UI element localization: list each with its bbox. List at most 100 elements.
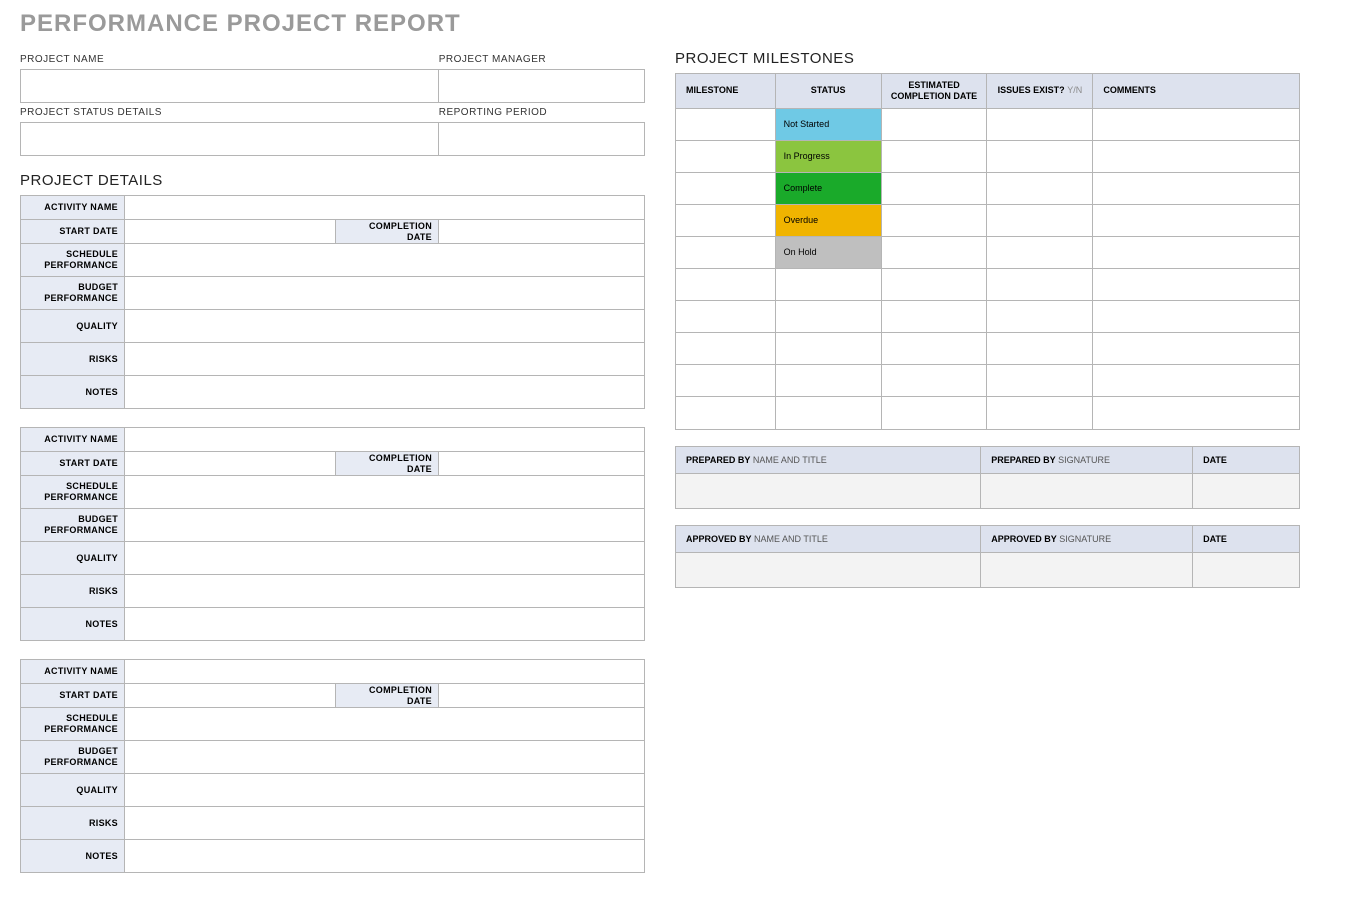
- comments-cell[interactable]: [1093, 301, 1299, 333]
- est-date-cell[interactable]: [882, 301, 988, 333]
- est-date-cell[interactable]: [882, 237, 988, 269]
- milestone-cell[interactable]: [676, 333, 776, 365]
- quality-input[interactable]: [125, 542, 644, 574]
- status-cell[interactable]: [776, 365, 882, 397]
- status-cell[interactable]: Overdue: [776, 205, 882, 237]
- est-date-cell[interactable]: [882, 365, 988, 397]
- activity-name-input[interactable]: [125, 196, 644, 219]
- notes-input[interactable]: [125, 376, 644, 408]
- risks-label: RISKS: [21, 807, 125, 839]
- notes-label: NOTES: [21, 376, 125, 408]
- milestone-cell[interactable]: [676, 141, 776, 173]
- prepared-by-name-input[interactable]: [676, 474, 981, 508]
- status-cell[interactable]: On Hold: [776, 237, 882, 269]
- issues-cell[interactable]: [987, 397, 1093, 429]
- activity-block: ACTIVITY NAMESTART DATECOMPLETION DATESC…: [20, 427, 645, 641]
- milestones-table: MILESTONE STATUS ESTIMATED COMPLETION DA…: [675, 73, 1300, 430]
- milestone-cell[interactable]: [676, 109, 776, 141]
- status-cell[interactable]: [776, 333, 882, 365]
- milestone-cell[interactable]: [676, 397, 776, 429]
- est-date-cell[interactable]: [882, 205, 988, 237]
- milestone-cell[interactable]: [676, 269, 776, 301]
- comments-cell[interactable]: [1093, 237, 1299, 269]
- comments-cell[interactable]: [1093, 109, 1299, 141]
- issues-cell[interactable]: [987, 141, 1093, 173]
- quality-label: QUALITY: [21, 774, 125, 806]
- est-date-cell[interactable]: [882, 397, 988, 429]
- est-date-cell[interactable]: [882, 109, 988, 141]
- project-manager-input[interactable]: [439, 69, 645, 103]
- prepared-by-date-input[interactable]: [1193, 474, 1299, 508]
- status-cell[interactable]: In Progress: [776, 141, 882, 173]
- milestones-header: PROJECT MILESTONES: [675, 50, 1300, 67]
- issues-cell[interactable]: [987, 333, 1093, 365]
- quality-input[interactable]: [125, 774, 644, 806]
- approved-by-sig-input[interactable]: [981, 553, 1193, 587]
- milestone-row: In Progress: [676, 141, 1299, 173]
- issues-cell[interactable]: [987, 205, 1093, 237]
- comments-cell[interactable]: [1093, 365, 1299, 397]
- status-cell[interactable]: [776, 301, 882, 333]
- prepared-by-sig-input[interactable]: [981, 474, 1193, 508]
- est-date-cell[interactable]: [882, 141, 988, 173]
- approved-by-date-header: DATE: [1193, 526, 1299, 552]
- th-issues: ISSUES EXIST? Y/N: [987, 74, 1093, 109]
- budget-perf-input[interactable]: [125, 277, 644, 309]
- schedule-perf-input[interactable]: [125, 244, 644, 276]
- project-info-grid: PROJECT NAME PROJECT MANAGER PROJECT STA…: [20, 50, 645, 156]
- issues-cell[interactable]: [987, 365, 1093, 397]
- risks-input[interactable]: [125, 343, 644, 375]
- status-cell[interactable]: Not Started: [776, 109, 882, 141]
- milestone-cell[interactable]: [676, 173, 776, 205]
- start-date-input[interactable]: [125, 684, 335, 707]
- budget-perf-input[interactable]: [125, 509, 644, 541]
- reporting-period-input[interactable]: [439, 122, 645, 156]
- budget-perf-input[interactable]: [125, 741, 644, 773]
- completion-date-input[interactable]: [439, 452, 644, 475]
- notes-input[interactable]: [125, 608, 644, 640]
- est-date-cell[interactable]: [882, 269, 988, 301]
- comments-cell[interactable]: [1093, 397, 1299, 429]
- schedule-perf-input[interactable]: [125, 476, 644, 508]
- status-details-input[interactable]: [20, 122, 439, 156]
- activity-name-input[interactable]: [125, 428, 644, 451]
- comments-cell[interactable]: [1093, 269, 1299, 301]
- completion-date-input[interactable]: [439, 220, 644, 243]
- quality-input[interactable]: [125, 310, 644, 342]
- approved-by-date-input[interactable]: [1193, 553, 1299, 587]
- activity-name-label: ACTIVITY NAME: [21, 660, 125, 683]
- risks-input[interactable]: [125, 575, 644, 607]
- status-cell[interactable]: Complete: [776, 173, 882, 205]
- approved-by-name-input[interactable]: [676, 553, 981, 587]
- th-milestone: MILESTONE: [676, 74, 776, 109]
- issues-cell[interactable]: [987, 237, 1093, 269]
- comments-cell[interactable]: [1093, 333, 1299, 365]
- start-date-label: START DATE: [21, 684, 125, 707]
- notes-input[interactable]: [125, 840, 644, 872]
- issues-cell[interactable]: [987, 301, 1093, 333]
- schedule-perf-label: SCHEDULE PERFORMANCE: [21, 244, 125, 276]
- comments-cell[interactable]: [1093, 141, 1299, 173]
- approved-by-name-header: APPROVED BY NAME AND TITLE: [676, 526, 981, 552]
- start-date-input[interactable]: [125, 452, 335, 475]
- comments-cell[interactable]: [1093, 173, 1299, 205]
- issues-cell[interactable]: [987, 109, 1093, 141]
- milestone-cell[interactable]: [676, 205, 776, 237]
- project-name-input[interactable]: [20, 69, 439, 103]
- est-date-cell[interactable]: [882, 173, 988, 205]
- milestone-row: [676, 269, 1299, 301]
- milestone-cell[interactable]: [676, 301, 776, 333]
- completion-date-input[interactable]: [439, 684, 644, 707]
- issues-cell[interactable]: [987, 269, 1093, 301]
- activity-name-input[interactable]: [125, 660, 644, 683]
- milestone-cell[interactable]: [676, 237, 776, 269]
- milestone-cell[interactable]: [676, 365, 776, 397]
- risks-input[interactable]: [125, 807, 644, 839]
- comments-cell[interactable]: [1093, 205, 1299, 237]
- status-cell[interactable]: [776, 269, 882, 301]
- start-date-input[interactable]: [125, 220, 335, 243]
- status-cell[interactable]: [776, 397, 882, 429]
- est-date-cell[interactable]: [882, 333, 988, 365]
- schedule-perf-input[interactable]: [125, 708, 644, 740]
- issues-cell[interactable]: [987, 173, 1093, 205]
